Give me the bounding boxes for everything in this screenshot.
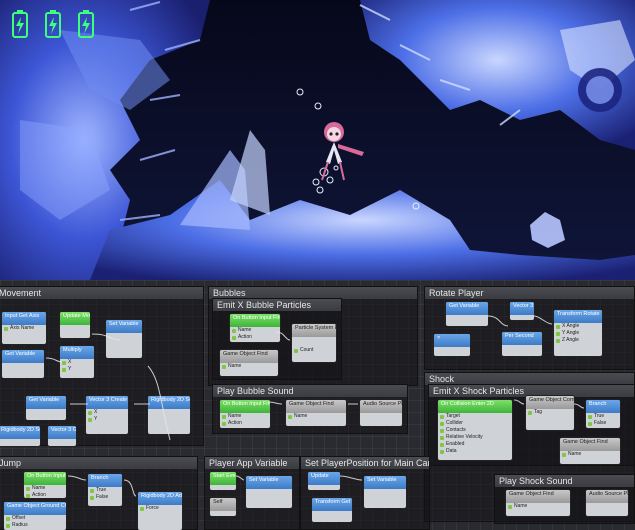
connection-wires [45, 315, 585, 497]
battery-charging-icon [45, 10, 61, 38]
battery-charging-icon [12, 10, 28, 38]
player-character [321, 122, 364, 181]
game-viewport [0, 0, 635, 280]
visual-script-graph[interactable]: Movement Input Get Axis Axis Name Update… [0, 280, 635, 530]
battery-charging-icon [78, 10, 94, 38]
